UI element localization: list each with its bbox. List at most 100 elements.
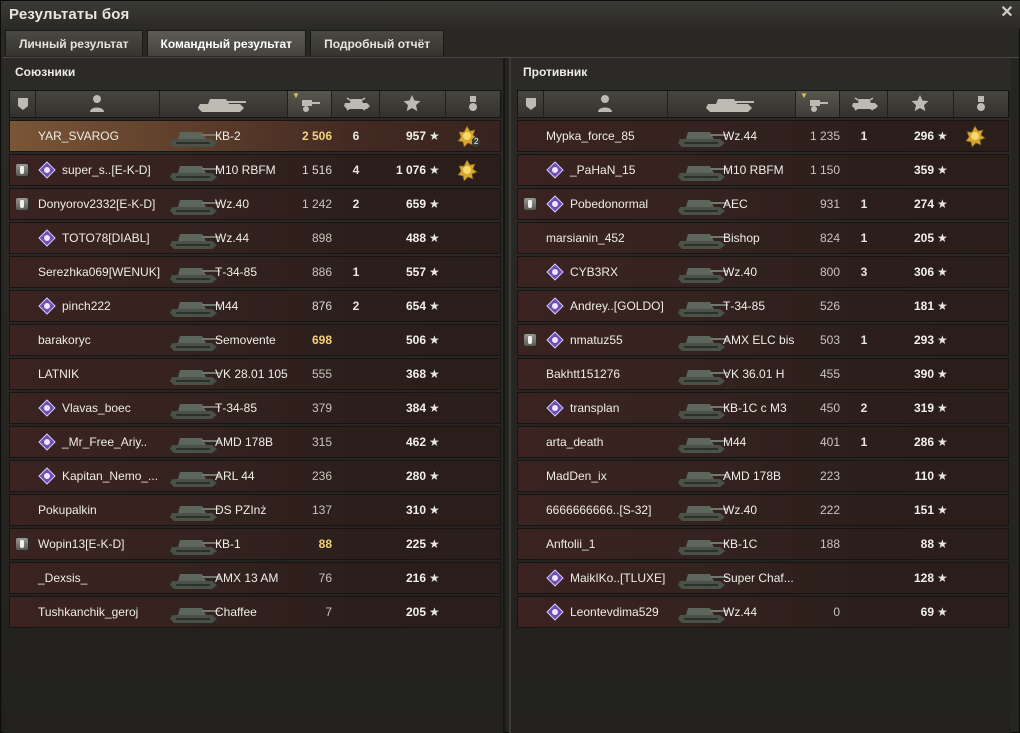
platoon-column-header[interactable] xyxy=(10,91,36,117)
player-row[interactable]: _Dexsis_ AMX 13 AM 76 216 ★ xyxy=(9,562,501,594)
player-row[interactable]: arta_death M44 401 1 286 ★ xyxy=(517,426,1009,458)
player-name[interactable]: YAR_SVAROG xyxy=(38,121,119,151)
kills-column-header[interactable] xyxy=(840,91,888,117)
player-column-header[interactable] xyxy=(36,91,160,117)
player-row[interactable]: Mypka_force_85 Wz.44 1 235 1 296 ★ xyxy=(517,120,1009,152)
player-row[interactable]: MaikIKo..[TLUXE] Super Chaf... 128 ★ xyxy=(517,562,1009,594)
player-name[interactable]: _Dexsis_ xyxy=(38,563,87,593)
tab-team-result[interactable]: Командный результат xyxy=(146,30,307,56)
player-row[interactable]: nmatuz55 AMX ELC bis 503 1 293 ★ xyxy=(517,324,1009,356)
close-icon[interactable]: ✕ xyxy=(999,5,1015,21)
player-row[interactable]: Anftolii_1 КВ-1С 188 88 ★ xyxy=(517,528,1009,560)
player-row[interactable]: Kapitan_Nemo_... ARL 44 236 280 ★ xyxy=(9,460,501,492)
player-name[interactable]: Bakhtt151276 xyxy=(546,359,620,389)
tank-name: Bishop xyxy=(723,231,760,245)
player-name[interactable]: pinch222 xyxy=(62,291,111,321)
player-row[interactable]: transplan КВ-1С с М3 450 2 319 ★ xyxy=(517,392,1009,424)
tank-image xyxy=(674,463,730,489)
tank-icon xyxy=(678,166,728,181)
destroyed-tank-icon xyxy=(851,97,878,111)
player-row[interactable]: 6666666666..[S-32] Wz.40 222 151 ★ xyxy=(517,494,1009,526)
player-row[interactable]: Tushkanchik_geroj Chaffee 7 205 ★ xyxy=(9,596,501,628)
player-name[interactable]: Donyorov2332[E-K-D] xyxy=(38,189,155,219)
experience-value: 659 xyxy=(405,197,426,211)
player-name[interactable]: MaikIKo..[TLUXE] xyxy=(570,563,665,593)
player-row[interactable]: Pobedonormal AEC 931 1 274 ★ xyxy=(517,188,1009,220)
achievement-medal[interactable] xyxy=(964,125,986,148)
player-name[interactable]: super_s..[E-K-D] xyxy=(62,155,151,185)
player-name[interactable]: Anftolii_1 xyxy=(546,529,595,559)
player-column-header[interactable] xyxy=(544,91,668,117)
player-name[interactable]: Tushkanchik_geroj xyxy=(38,597,138,627)
tab-personal-result[interactable]: Личный результат xyxy=(5,30,143,56)
kills-value: 2 xyxy=(352,197,360,211)
experience-value: 286 xyxy=(913,435,934,449)
vehicle-column-header[interactable] xyxy=(160,91,288,117)
player-row[interactable]: CYB3RX Wz.40 800 3 306 ★ xyxy=(517,256,1009,288)
damage-column-header[interactable]: ▼ xyxy=(796,91,840,117)
tank-image xyxy=(674,259,730,285)
player-name[interactable]: nmatuz55 xyxy=(570,325,623,355)
player-row[interactable]: Serezhka069[WENUK] Т-34-85 886 1 557 ★ xyxy=(9,256,501,288)
player-name[interactable]: Wopin13[E-K-D] xyxy=(38,529,124,559)
player-name[interactable]: _Mr_Free_Ariy.. xyxy=(62,427,147,457)
player-name[interactable]: Pokupalkin xyxy=(38,495,97,525)
player-row[interactable]: Leontevdima529 Wz.44 0 69 ★ xyxy=(517,596,1009,628)
player-name[interactable]: Kapitan_Nemo_... xyxy=(62,461,158,491)
star-icon: ★ xyxy=(429,231,440,245)
player-name[interactable]: marsianin_452 xyxy=(546,223,625,253)
player-row[interactable]: Donyorov2332[E-K-D] Wz.40 1 242 2 659 ★ xyxy=(9,188,501,220)
player-row[interactable]: LATNIK VK 28.01 105 555 368 ★ xyxy=(9,358,501,390)
player-row[interactable]: Pokupalkin DS PZInż 137 310 ★ xyxy=(9,494,501,526)
player-row[interactable]: _PaHaN_15 M10 RBFM 1 150 359 ★ xyxy=(517,154,1009,186)
player-name[interactable]: Leontevdima529 xyxy=(570,597,659,627)
damage-value: 898 xyxy=(311,231,332,245)
medal-icon xyxy=(468,96,477,111)
player-name[interactable]: MadDen_ix xyxy=(546,461,607,491)
platoon-column-header[interactable] xyxy=(518,91,544,117)
player-icon xyxy=(597,95,612,112)
player-row[interactable]: Andrey..[GOLDO] Т-34-85 526 181 ★ xyxy=(517,290,1009,322)
medals-column-header[interactable] xyxy=(954,91,1010,117)
player-row[interactable]: pinch222 M44 876 2 654 ★ xyxy=(9,290,501,322)
damage-column-header[interactable]: ▼ xyxy=(288,91,332,117)
tank-image xyxy=(674,531,730,557)
tank-icon xyxy=(678,268,728,283)
tank-silhouette-icon xyxy=(705,99,754,112)
medals-column-header[interactable] xyxy=(446,91,502,117)
player-name[interactable]: arta_death xyxy=(546,427,603,457)
player-name[interactable]: Pobedonormal xyxy=(570,189,648,219)
experience-value: 488 xyxy=(405,231,426,245)
player-name[interactable]: LATNIK xyxy=(38,359,79,389)
experience-column-header[interactable] xyxy=(380,91,446,117)
player-row[interactable]: super_s..[E-K-D] M10 RBFM 1 516 4 1 076 ★ xyxy=(9,154,501,186)
player-name[interactable]: transplan xyxy=(570,393,619,423)
player-row[interactable]: YAR_SVAROG КВ-2 2 506 6 957 ★ 2 xyxy=(9,120,501,152)
vehicle-column-header[interactable] xyxy=(668,91,796,117)
player-name[interactable]: Vlavas_boec xyxy=(62,393,131,423)
player-name[interactable]: 6666666666..[S-32] xyxy=(546,495,651,525)
achievement-medal[interactable] xyxy=(456,159,478,182)
kills-value: 1 xyxy=(860,231,868,245)
player-row[interactable]: MadDen_ix AMD 178B 223 110 ★ xyxy=(517,460,1009,492)
player-row[interactable]: Vlavas_boec Т-34-85 379 384 ★ xyxy=(9,392,501,424)
player-name[interactable]: Andrey..[GOLDO] xyxy=(570,291,664,321)
player-row[interactable]: Wopin13[E-K-D] КВ-1 88 225 ★ xyxy=(9,528,501,560)
player-name[interactable]: CYB3RX xyxy=(570,257,618,287)
player-name[interactable]: TOTO78[DIABL] xyxy=(62,223,150,253)
player-row[interactable]: Bakhtt151276 VK 36.01 H 455 390 ★ xyxy=(517,358,1009,390)
player-row[interactable]: barakoryc Semovente 698 506 ★ xyxy=(9,324,501,356)
player-row[interactable]: TOTO78[DIABL] Wz.44 898 488 ★ xyxy=(9,222,501,254)
tab-detailed-report[interactable]: Подробный отчёт xyxy=(310,30,445,56)
damage-value: 824 xyxy=(819,231,840,245)
tank-image xyxy=(166,565,222,591)
player-name[interactable]: Mypka_force_85 xyxy=(546,121,635,151)
player-row[interactable]: _Mr_Free_Ariy.. AMD 178B 315 462 ★ xyxy=(9,426,501,458)
experience-column-header[interactable] xyxy=(888,91,954,117)
column-header-row: ▼ xyxy=(9,90,502,118)
player-name[interactable]: Serezhka069[WENUK] xyxy=(38,257,160,287)
player-name[interactable]: _PaHaN_15 xyxy=(570,155,635,185)
player-name[interactable]: barakoryc xyxy=(38,325,91,355)
kills-column-header[interactable] xyxy=(332,91,380,117)
player-row[interactable]: marsianin_452 Bishop 824 1 205 ★ xyxy=(517,222,1009,254)
